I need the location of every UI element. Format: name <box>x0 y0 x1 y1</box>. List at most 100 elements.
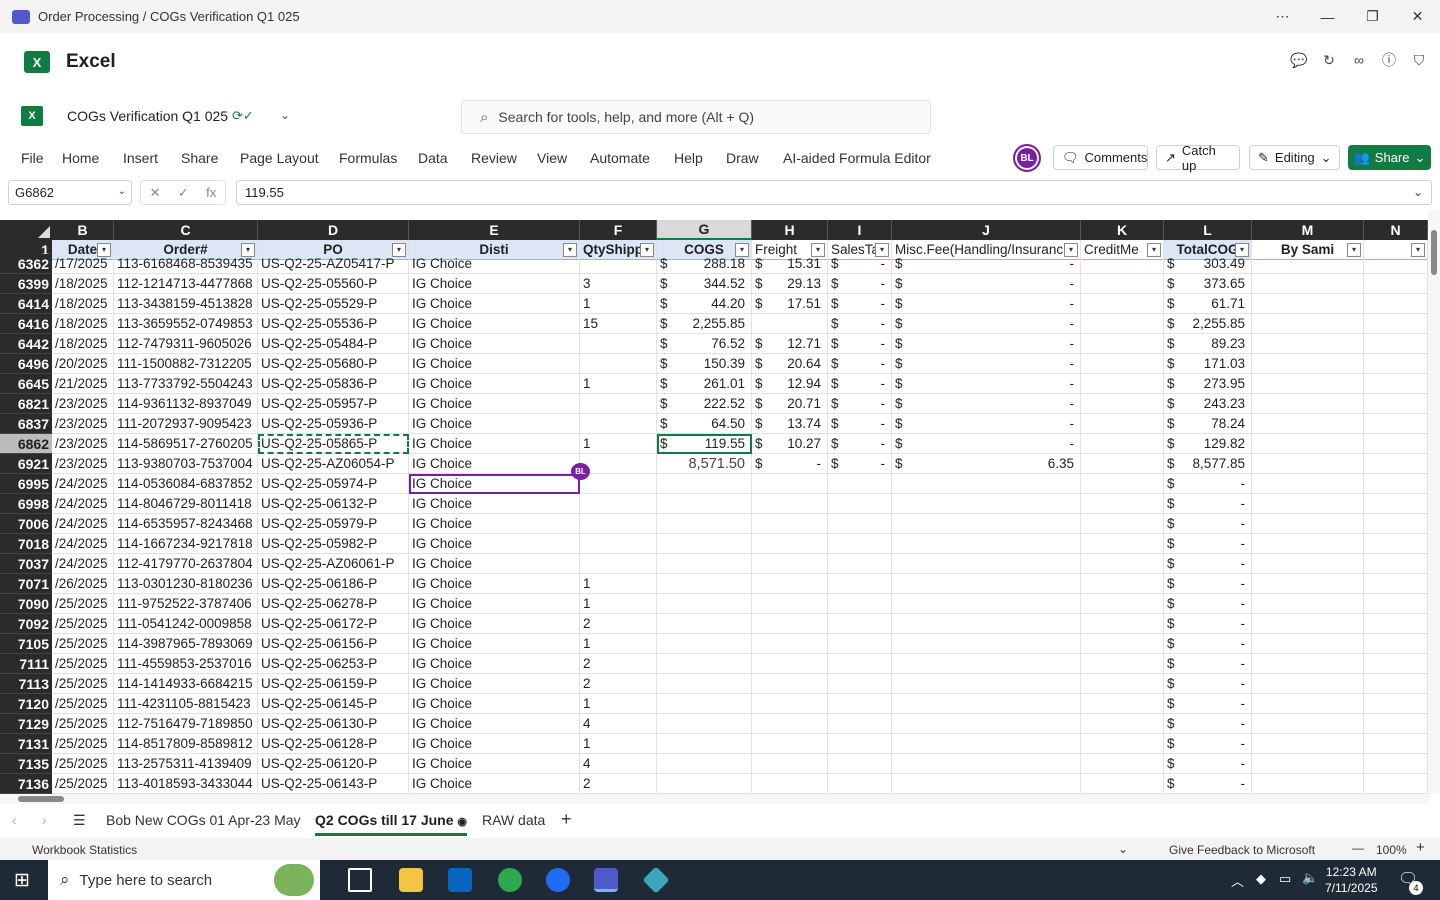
chevron-down-icon[interactable]: ⌄ <box>280 108 290 122</box>
minimize-button[interactable]: — <box>1305 0 1350 33</box>
cell-po[interactable]: US-Q2-25-06186-P <box>258 574 409 594</box>
cell-date[interactable]: /25/2025 <box>52 634 114 654</box>
cell-cogs[interactable]: $344.52 <box>657 274 752 294</box>
cell-salestax[interactable] <box>828 474 892 494</box>
cell-cogs[interactable] <box>657 474 752 494</box>
row-header[interactable]: 7136 <box>0 774 52 794</box>
cell-freight[interactable] <box>752 474 828 494</box>
cell-n[interactable] <box>1364 674 1428 694</box>
app-icon[interactable] <box>642 866 670 894</box>
cell-disti[interactable]: IG Choice <box>409 754 580 774</box>
row-header[interactable]: 6921 <box>0 454 52 474</box>
cell-order[interactable]: 114-1667234-9217818 <box>114 534 258 554</box>
cell-by-sami[interactable] <box>1252 654 1364 674</box>
menu-page-layout[interactable]: Page Layout <box>240 150 319 166</box>
menu-formulas[interactable]: Formulas <box>339 150 397 166</box>
cell-order[interactable]: 111-2072937-9095423 <box>114 414 258 434</box>
cell-freight[interactable] <box>752 734 828 754</box>
column-header-n[interactable]: N <box>1364 220 1428 240</box>
row-header[interactable]: 6862 <box>0 434 52 454</box>
close-button[interactable]: ✕ <box>1395 0 1440 33</box>
cell-salestax[interactable] <box>828 534 892 554</box>
cell-po[interactable]: US-Q2-25-05957-P <box>258 394 409 414</box>
cell-by-sami[interactable] <box>1252 454 1364 474</box>
cell-qty[interactable]: 1 <box>580 574 657 594</box>
cell-credit-memo[interactable] <box>1081 594 1164 614</box>
menu-home[interactable]: Home <box>62 150 99 166</box>
cell-order[interactable]: 112-7479311-9605026 <box>114 334 258 354</box>
cell-n[interactable] <box>1364 574 1428 594</box>
cell-salestax[interactable]: $ - <box>828 354 892 374</box>
cell-freight[interactable]: $15.31 <box>752 254 828 274</box>
cell-credit-memo[interactable] <box>1081 354 1164 374</box>
cell-misc-fee[interactable] <box>892 474 1081 494</box>
network-icon[interactable]: ▭ <box>1279 871 1291 887</box>
cell-total-cogs[interactable]: $ - <box>1164 514 1252 534</box>
cell-qty[interactable] <box>580 534 657 554</box>
cell-order[interactable]: 114-0536084-6837852 <box>114 474 258 494</box>
cell-freight[interactable] <box>752 594 828 614</box>
cell-credit-memo[interactable] <box>1081 454 1164 474</box>
row-header[interactable]: 7113 <box>0 674 52 694</box>
cell-misc-fee[interactable] <box>892 514 1081 534</box>
cell-salestax[interactable] <box>828 674 892 694</box>
cell-freight[interactable] <box>752 514 828 534</box>
cell-by-sami[interactable] <box>1252 614 1364 634</box>
cell-freight[interactable]: $13.74 <box>752 414 828 434</box>
menu-ai-formula-editor[interactable]: AI-aided Formula Editor <box>783 150 931 166</box>
feedback-link[interactable]: Give Feedback to Microsoft <box>1169 843 1315 857</box>
cell-salestax[interactable]: $ - <box>828 454 892 474</box>
zoom-icon[interactable] <box>546 868 570 892</box>
cell-total-cogs[interactable]: $129.82 <box>1164 434 1252 454</box>
column-header-e[interactable]: E <box>409 220 580 240</box>
column-header-m[interactable]: M <box>1252 220 1364 240</box>
row-header[interactable]: 7092 <box>0 614 52 634</box>
cell-misc-fee[interactable] <box>892 614 1081 634</box>
cell-qty[interactable]: 1 <box>580 594 657 614</box>
cell-credit-memo[interactable] <box>1081 654 1164 674</box>
cell-date[interactable]: /21/2025 <box>52 374 114 394</box>
cell-po[interactable]: US-Q2-25-06278-P <box>258 594 409 614</box>
cell-credit-memo[interactable] <box>1081 394 1164 414</box>
cell-freight[interactable] <box>752 674 828 694</box>
cell-po[interactable]: US-Q2-25-05982-P <box>258 534 409 554</box>
cell-date[interactable]: /18/2025 <box>52 274 114 294</box>
cell-salestax[interactable]: $ - <box>828 314 892 334</box>
cell-po[interactable]: US-Q2-25-06156-P <box>258 634 409 654</box>
cell-date[interactable]: /24/2025 <box>52 474 114 494</box>
cell-n[interactable] <box>1364 474 1428 494</box>
cell-n[interactable] <box>1364 454 1428 474</box>
cell-po[interactable]: US-Q2-25-AZ06054-P <box>258 454 409 474</box>
cell-total-cogs[interactable]: $171.03 <box>1164 354 1252 374</box>
menu-share[interactable]: Share <box>181 150 218 166</box>
horizontal-scrollbar[interactable] <box>0 794 1430 804</box>
cell-order[interactable]: 113-7733792-5504243 <box>114 374 258 394</box>
cell-qty[interactable] <box>580 474 657 494</box>
all-sheets-icon[interactable]: ☰ <box>73 812 86 829</box>
cell-cogs[interactable] <box>657 534 752 554</box>
row-header[interactable]: 7135 <box>0 754 52 774</box>
column-header-h[interactable]: H <box>752 220 828 240</box>
cell-date[interactable]: /25/2025 <box>52 754 114 774</box>
cell-total-cogs[interactable]: $ - <box>1164 754 1252 774</box>
cell-credit-memo[interactable] <box>1081 294 1164 314</box>
cell-misc-fee[interactable]: $ - <box>892 314 1081 334</box>
menu-draw[interactable]: Draw <box>726 150 759 166</box>
cell-po[interactable]: US-Q2-25-06159-P <box>258 674 409 694</box>
cell-n[interactable] <box>1364 314 1428 334</box>
scroll-thumb[interactable] <box>18 796 64 802</box>
cell-salestax[interactable]: $ - <box>828 394 892 414</box>
row-header[interactable]: 6837 <box>0 414 52 434</box>
menu-data[interactable]: Data <box>418 150 448 166</box>
cell-total-cogs[interactable]: $ - <box>1164 654 1252 674</box>
cell-by-sami[interactable] <box>1252 594 1364 614</box>
cell-qty[interactable]: 15 <box>580 314 657 334</box>
menu-insert[interactable]: Insert <box>123 150 158 166</box>
cell-qty[interactable] <box>580 514 657 534</box>
cell-total-cogs[interactable]: $89.23 <box>1164 334 1252 354</box>
zoom-level[interactable]: 100% <box>1376 843 1407 857</box>
cell-salestax[interactable] <box>828 514 892 534</box>
cell-misc-fee[interactable]: $ - <box>892 434 1081 454</box>
chat-icon[interactable]: 💬 <box>1290 51 1308 69</box>
row-header[interactable]: 7105 <box>0 634 52 654</box>
